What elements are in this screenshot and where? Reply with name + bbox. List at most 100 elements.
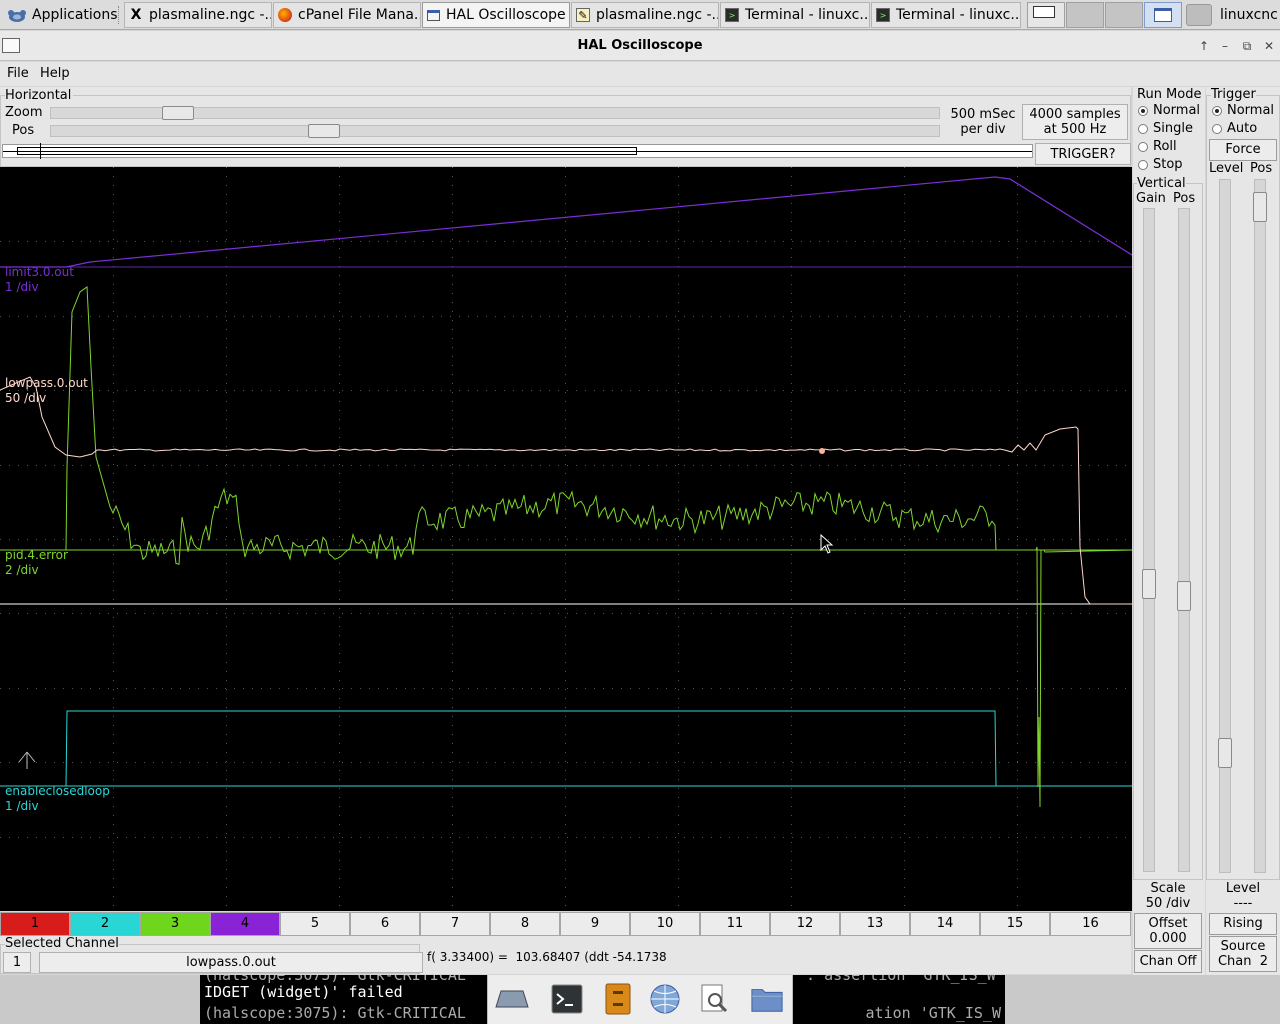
gain-slider[interactable] xyxy=(1142,208,1156,872)
folder-icon[interactable] xyxy=(750,983,784,1015)
channel-button-3[interactable]: 3 xyxy=(140,912,210,936)
channel-button-4[interactable]: 4 xyxy=(210,912,280,936)
task-button-plasmaline-1[interactable]: X plasmaline.ngc -... xyxy=(124,2,272,28)
trigger-level-display-value: ---- xyxy=(1233,896,1253,911)
channel-button-16[interactable]: 16 xyxy=(1050,912,1131,936)
run-mode-stop[interactable]: Stop xyxy=(1138,157,1183,172)
trigger-pos-slider-thumb[interactable] xyxy=(1253,192,1267,222)
workspace-1[interactable] xyxy=(1027,2,1065,28)
trace-name: enableclosedloop xyxy=(5,784,110,798)
shade-icon[interactable]: ↑ xyxy=(1196,38,1212,54)
channel-button-9[interactable]: 9 xyxy=(560,912,630,936)
workspace-4[interactable] xyxy=(1144,2,1182,28)
trigger-level-slider-thumb[interactable] xyxy=(1218,738,1232,768)
timebase-unit: per div xyxy=(960,122,1006,137)
selected-channel-panel: Selected Channel 1 lowpass.0.out f( 3.33… xyxy=(0,936,1131,974)
channel-button-10[interactable]: 10 xyxy=(630,912,700,936)
search-icon[interactable] xyxy=(698,983,732,1015)
task-button-terminal-2[interactable]: > Terminal - linuxc... xyxy=(871,2,1021,28)
window-icon xyxy=(427,9,440,21)
channel-button-6[interactable]: 6 xyxy=(350,912,420,936)
xfce-mouse-icon xyxy=(8,10,26,22)
zoom-slider[interactable] xyxy=(50,106,940,120)
file-cabinet-icon[interactable] xyxy=(601,983,635,1015)
trace-lowpass xyxy=(0,376,1132,605)
channel-button-11[interactable]: 11 xyxy=(700,912,770,936)
terminal-text: ': assertion 'GTK_IS_W xyxy=(797,975,996,984)
task-button-hal-oscilloscope[interactable]: HAL Oscilloscope xyxy=(422,2,570,28)
radio-dot xyxy=(1138,141,1148,152)
trigger-normal[interactable]: Normal xyxy=(1212,103,1274,118)
run-mode-single[interactable]: Single xyxy=(1138,121,1193,136)
horizontal-panel: Horizontal Zoom Pos 500 mSec per div 400… xyxy=(0,87,1131,167)
task-button-cpanel[interactable]: cPanel File Mana... xyxy=(273,2,421,28)
window-titlebar[interactable]: HAL Oscilloscope ↑ – ⧉ ✕ xyxy=(0,31,1280,61)
force-button[interactable]: Force xyxy=(1209,139,1277,161)
desktop-background: (halscope:3075): Gtk-CRITICAL IDGET (wid… xyxy=(0,975,1280,1024)
run-mode-roll[interactable]: Roll xyxy=(1138,139,1177,154)
channel-button-7[interactable]: 7 xyxy=(420,912,490,936)
task-label: HAL Oscilloscope xyxy=(446,7,566,23)
selected-channel-name[interactable]: lowpass.0.out xyxy=(39,952,423,973)
menu-bar: File Help xyxy=(0,62,1280,86)
workspace-3[interactable] xyxy=(1105,2,1143,28)
channel-button-12[interactable]: 12 xyxy=(770,912,840,936)
user-menu[interactable]: linuxcnc xyxy=(1186,2,1280,28)
sample-rate: at 500 Hz xyxy=(1043,122,1107,137)
scope-display[interactable]: limit3.0.out 1 /div lowpass.0.out 50 /di… xyxy=(0,167,1132,911)
vertical-pos-slider[interactable] xyxy=(1177,208,1191,872)
maximize-icon[interactable]: ⧉ xyxy=(1239,38,1255,54)
menu-help[interactable]: Help xyxy=(40,66,70,81)
web-browser-icon[interactable] xyxy=(648,983,682,1015)
applications-menu[interactable]: Applications xyxy=(2,2,122,28)
scale-display: Scale 50 /div xyxy=(1133,881,1203,911)
task-button-plasmaline-2[interactable]: ✎ plasmaline.ngc -... xyxy=(571,2,719,28)
channel-button-1[interactable]: 1 xyxy=(0,912,70,936)
record-window xyxy=(17,147,637,155)
radio-dot xyxy=(1138,159,1148,170)
task-button-terminal-1[interactable]: > Terminal - linuxc... xyxy=(720,2,870,28)
channel-button-8[interactable]: 8 xyxy=(490,912,560,936)
pos-slider-thumb[interactable] xyxy=(308,124,340,138)
radio-dot xyxy=(1212,123,1222,134)
trigger-auto[interactable]: Auto xyxy=(1212,121,1257,136)
offset-value: 0.000 xyxy=(1149,931,1187,946)
dock xyxy=(487,975,793,1024)
task-label: plasmaline.ngc -... xyxy=(596,7,719,23)
terminal-icon: > xyxy=(725,8,739,22)
zoom-slider-thumb[interactable] xyxy=(162,106,194,120)
trigger-panel: Trigger Normal Auto Force Level Pos Leve… xyxy=(1206,87,1280,975)
terminal-icon: > xyxy=(876,8,890,22)
trace-name: pid.4.error xyxy=(5,548,68,562)
terminal-launcher-icon[interactable] xyxy=(550,983,584,1015)
trigger-pos-slider[interactable] xyxy=(1253,179,1267,873)
show-desktop-icon[interactable] xyxy=(495,983,529,1015)
background-terminal-right: ': assertion 'GTK_IS_W ation 'GTK_IS_W xyxy=(793,975,1005,1024)
channel-button-13[interactable]: 13 xyxy=(840,912,910,936)
sample-count: 4000 samples xyxy=(1029,107,1121,122)
user-icon xyxy=(1186,4,1212,26)
x-editor-icon: X xyxy=(130,7,142,23)
trigger-source-value: Chan 2 xyxy=(1217,954,1269,969)
menu-file[interactable]: File xyxy=(7,66,29,81)
channel-button-2[interactable]: 2 xyxy=(70,912,140,936)
trigger-edge-button[interactable]: Rising xyxy=(1209,913,1277,935)
channel-button-5[interactable]: 5 xyxy=(280,912,350,936)
gain-slider-thumb[interactable] xyxy=(1142,569,1156,599)
channel-button-14[interactable]: 14 xyxy=(910,912,980,936)
vertical-pos-slider-thumb[interactable] xyxy=(1177,581,1191,611)
trigger-level-slider[interactable] xyxy=(1218,179,1232,873)
workspace-2[interactable] xyxy=(1066,2,1104,28)
minimize-icon[interactable]: – xyxy=(1217,38,1233,54)
channel-button-15[interactable]: 15 xyxy=(980,912,1050,936)
applications-label: Applications xyxy=(32,7,118,23)
cursor-readout: f( 3.33400) = 103.68407 (ddt -54.1738 xyxy=(427,950,667,964)
trace-scale: 50 /div xyxy=(5,391,47,405)
chan-off-button[interactable]: Chan Off xyxy=(1134,950,1202,973)
close-icon[interactable]: ✕ xyxy=(1261,38,1277,54)
run-mode-normal[interactable]: Normal xyxy=(1138,103,1200,118)
offset-button[interactable]: Offset 0.000 xyxy=(1134,913,1202,949)
task-label: Terminal - linuxc... xyxy=(896,7,1021,23)
trigger-source-button[interactable]: Source Chan 2 xyxy=(1209,936,1277,972)
pos-slider[interactable] xyxy=(50,124,940,138)
